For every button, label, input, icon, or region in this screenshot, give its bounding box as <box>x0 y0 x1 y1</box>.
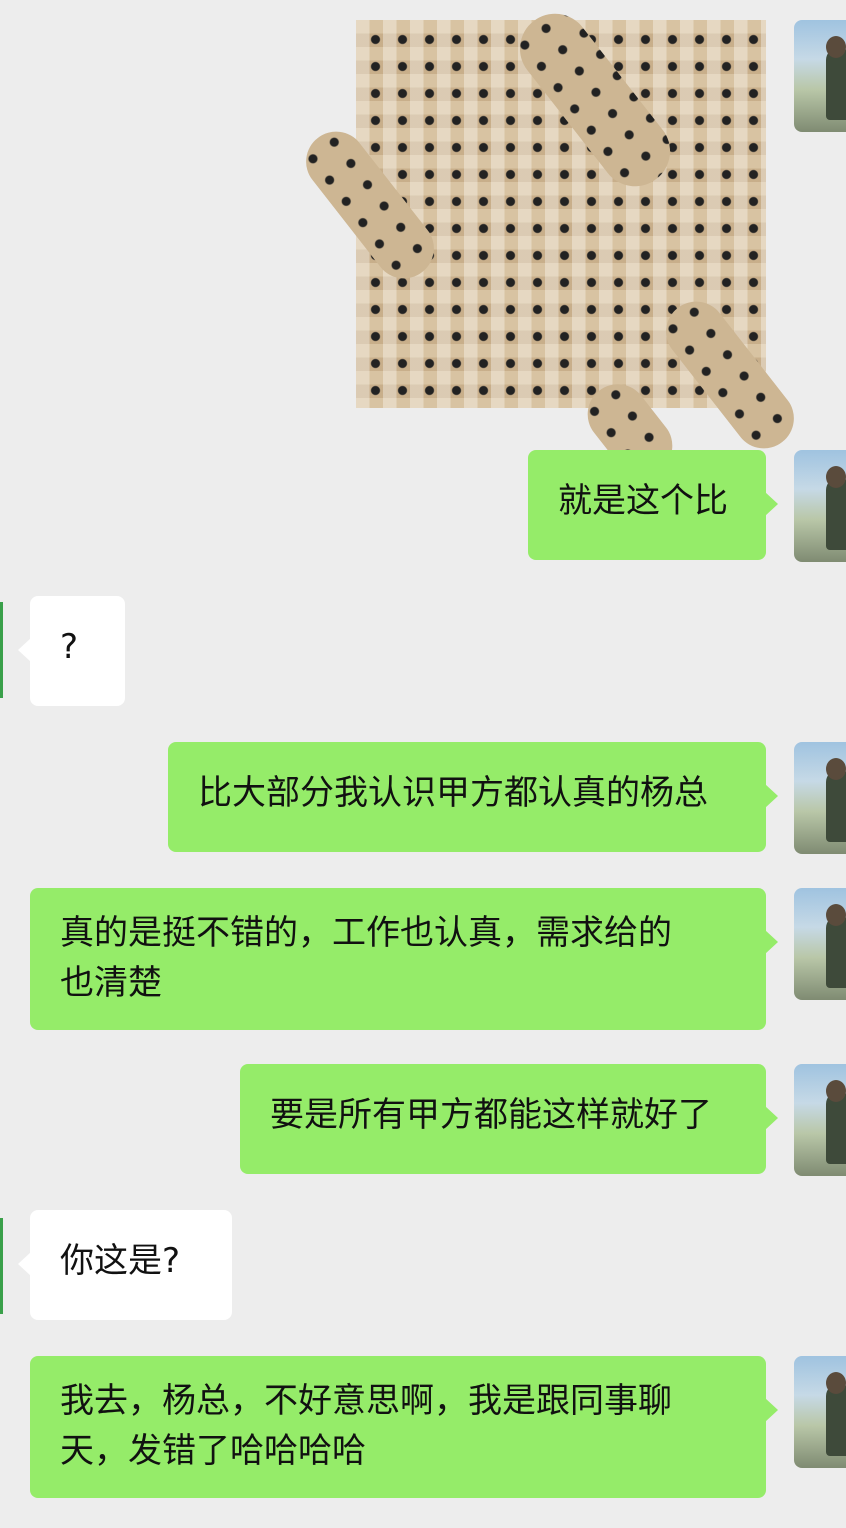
other-avatar-edge <box>0 602 3 698</box>
my-avatar[interactable] <box>794 742 846 854</box>
message-bubble-me[interactable]: 我去，杨总，不好意思啊，我是跟同事聊 天，发错了哈哈哈哈 <box>30 1356 778 1498</box>
message-text-line: 也清楚 <box>60 963 162 1003</box>
message-text: 就是这个比 <box>558 481 728 521</box>
my-avatar[interactable] <box>794 888 846 1000</box>
my-avatar[interactable] <box>794 1356 846 1468</box>
chat-view[interactable]: 就是这个比 ? 比大部分我认识甲方都认真的杨总 真的是挺不错的，工作也认真，需求… <box>0 0 846 1528</box>
message-text-line: 我去，杨总，不好意思啊，我是跟同事聊 <box>60 1381 672 1421</box>
message-bubble-me[interactable]: 就是这个比 <box>528 450 778 560</box>
other-avatar-edge <box>0 1218 3 1314</box>
message-bubble-me[interactable]: 比大部分我认识甲方都认真的杨总 <box>168 742 778 852</box>
message-text: ? <box>60 627 79 667</box>
message-bubble-other[interactable]: ? <box>18 596 125 706</box>
message-text-line: 天，发错了哈哈哈哈 <box>60 1431 366 1471</box>
my-avatar[interactable] <box>794 20 846 132</box>
my-avatar[interactable] <box>794 450 846 562</box>
message-bubble-me[interactable]: 要是所有甲方都能这样就好了 <box>240 1064 778 1174</box>
message-text: 你这是? <box>60 1241 181 1281</box>
message-text: 要是所有甲方都能这样就好了 <box>270 1095 712 1135</box>
message-text: 比大部分我认识甲方都认真的杨总 <box>198 773 708 813</box>
message-text-line: 真的是挺不错的，工作也认真，需求给的 <box>60 913 672 953</box>
message-bubble-other[interactable]: 你这是? <box>18 1210 232 1320</box>
message-bubble-me[interactable]: 真的是挺不错的，工作也认真，需求给的 也清楚 <box>30 888 778 1030</box>
my-avatar[interactable] <box>794 1064 846 1176</box>
